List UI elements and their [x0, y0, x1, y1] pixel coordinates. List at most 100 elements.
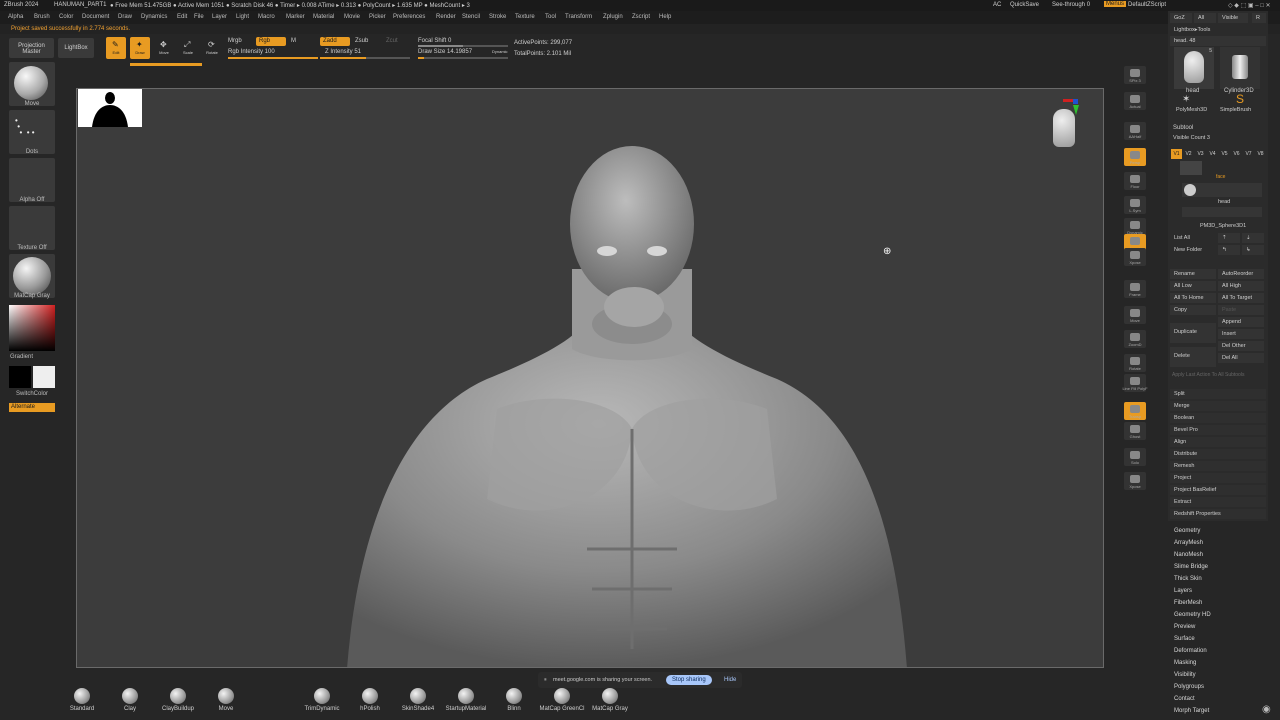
redshift-properties-button[interactable]: Redshift Properties	[1170, 509, 1266, 519]
all-low-button[interactable]: All Low	[1170, 281, 1216, 291]
subtool-face[interactable]: face	[1216, 174, 1225, 180]
extract-button[interactable]: Extract	[1170, 497, 1266, 507]
visibility-set-v8[interactable]: V8	[1255, 149, 1266, 159]
quicksave-button[interactable]: QuickSave	[1010, 2, 1039, 8]
dynamic-button[interactable]: Dynamic	[492, 49, 508, 54]
split-button[interactable]: Split	[1170, 389, 1266, 399]
right-shelf-floor[interactable]: Floor	[1124, 172, 1146, 190]
projection-master-button[interactable]: Projection Master	[9, 38, 54, 58]
delete-button[interactable]: Delete	[1170, 347, 1216, 367]
texture-selector[interactable]	[9, 206, 55, 250]
menu-edit[interactable]: Edit	[177, 14, 187, 20]
stroke-selector[interactable]: • • • • •	[9, 110, 55, 154]
lightbox-tools-button[interactable]: Lightbox▸Tools	[1170, 25, 1266, 35]
section-layers[interactable]: Layers	[1174, 588, 1192, 594]
tool-label-polymesh[interactable]: ✶ PolyMesh3D	[1176, 94, 1207, 113]
right-shelf-xpose[interactable]: Xpose	[1124, 472, 1146, 490]
focal-shift-slider[interactable]	[418, 45, 508, 47]
menu-marker[interactable]: Marker	[286, 14, 305, 20]
right-shelf-frame[interactable]: Frame	[1124, 280, 1146, 298]
r-button[interactable]: R	[1252, 13, 1266, 23]
switch-color-button[interactable]: SwitchColor	[9, 391, 55, 397]
lightbox-button[interactable]: LightBox	[58, 38, 94, 58]
visibility-set-v5[interactable]: V5	[1219, 149, 1230, 159]
section-nanomesh[interactable]: NanoMesh	[1174, 552, 1203, 558]
menu-alpha[interactable]: Alpha	[8, 14, 23, 20]
zcut-button[interactable]: Zcut	[386, 38, 398, 44]
edit-button[interactable]: ✎ Edit	[106, 37, 126, 59]
stop-sharing-button[interactable]: Stop sharing	[666, 675, 712, 685]
menu-zscript[interactable]: Zscript	[632, 14, 650, 20]
section-deformation[interactable]: Deformation	[1174, 648, 1207, 654]
tool-thumb-cylinder[interactable]	[1220, 47, 1260, 89]
menu-help[interactable]: Help	[659, 14, 671, 20]
visibility-set-v4[interactable]: V4	[1207, 149, 1218, 159]
menu-stroke[interactable]: Stroke	[489, 14, 506, 20]
section-fibermesh[interactable]: FiberMesh	[1174, 600, 1202, 606]
m-button[interactable]: M	[291, 38, 296, 44]
del-all-button[interactable]: Del All	[1218, 353, 1264, 363]
boolean-button[interactable]: Boolean	[1170, 413, 1266, 423]
menu-layer[interactable]: Layer	[212, 14, 227, 20]
document-canvas[interactable]: ⊕	[76, 88, 1104, 668]
subtool-sphere[interactable]: PM3D_Sphere3D1	[1200, 223, 1246, 229]
section-contact[interactable]: Contact	[1174, 696, 1195, 702]
visibility-set-v3[interactable]: V3	[1195, 149, 1206, 159]
arrow-button-2[interactable]: ↳	[1242, 245, 1264, 255]
right-shelf-line-fill-polyf[interactable]: Line Fill PolyF	[1122, 374, 1148, 392]
menu-picker[interactable]: Picker	[369, 14, 386, 20]
section-polygroups[interactable]: Polygroups	[1174, 684, 1204, 690]
right-shelf-move[interactable]: Move	[1124, 306, 1146, 324]
alternate-button[interactable]: Alternate	[9, 403, 55, 412]
menu-movie[interactable]: Movie	[344, 14, 360, 20]
distribute-button[interactable]: Distribute	[1170, 449, 1266, 459]
menu-material[interactable]: Material	[313, 14, 334, 20]
material-selector[interactable]	[9, 254, 55, 298]
all-high-button[interactable]: All High	[1218, 281, 1264, 291]
menus-toggle[interactable]: Menus	[1104, 1, 1127, 7]
append-button[interactable]: Append	[1218, 317, 1264, 327]
section-arraymesh[interactable]: ArrayMesh	[1174, 540, 1203, 546]
align-button[interactable]: Align	[1170, 437, 1266, 447]
visible-button[interactable]: Visible	[1218, 13, 1248, 23]
move-down-button[interactable]: ⇣	[1242, 233, 1264, 243]
subtool-row-head[interactable]	[1182, 183, 1262, 197]
right-shelf-aahalf[interactable]: AAHalf	[1124, 122, 1146, 140]
menu-brush[interactable]: Brush	[34, 14, 50, 20]
right-shelf-persp[interactable]: Persp	[1124, 148, 1146, 166]
section-masking[interactable]: Masking	[1174, 660, 1196, 666]
folder-icon[interactable]	[1180, 161, 1202, 175]
tool-label-simplebrush[interactable]: S SimpleBrush	[1220, 92, 1251, 113]
project-basrelief-button[interactable]: Project BasRelief	[1170, 485, 1266, 495]
right-shelf-actual[interactable]: Actual	[1124, 92, 1146, 110]
subtool-head[interactable]: head	[1218, 199, 1230, 205]
zsub-button[interactable]: Zsub	[355, 38, 368, 44]
goz-button[interactable]: GoZ	[1170, 13, 1192, 23]
menu-macro[interactable]: Macro	[258, 14, 275, 20]
camera-icon[interactable]: ◉	[1262, 704, 1274, 716]
right-shelf-zoomd[interactable]: ZoomD	[1124, 330, 1146, 348]
tool-thumb-head[interactable]: 5	[1174, 47, 1214, 89]
right-shelf-l-sym[interactable]: L.Sym	[1124, 196, 1146, 214]
all-button[interactable]: All	[1194, 13, 1216, 23]
menu-color[interactable]: Color	[59, 14, 73, 20]
subtool-header[interactable]: Subtool	[1173, 125, 1193, 131]
apply-last-action[interactable]: Apply Last Action To All Subtools	[1172, 372, 1244, 378]
tool-size-slider[interactable]: head. 48	[1170, 36, 1266, 46]
section-preview[interactable]: Preview	[1174, 624, 1195, 630]
rename-button[interactable]: Rename	[1170, 269, 1216, 279]
remesh-button[interactable]: Remesh	[1170, 461, 1266, 471]
right-shelf-ghost[interactable]: Ghost	[1124, 422, 1146, 440]
bevel-pro-button[interactable]: Bevel Pro	[1170, 425, 1266, 435]
right-shelf-solo[interactable]: Solo	[1124, 448, 1146, 466]
ac-button[interactable]: AC	[993, 2, 1001, 8]
menu-tool[interactable]: Tool	[545, 14, 556, 20]
hide-button[interactable]: Hide	[724, 677, 736, 683]
right-shelf-xpose[interactable]: Xpose	[1124, 248, 1146, 266]
section-slime-bridge[interactable]: Slime Bridge	[1174, 564, 1208, 570]
draw-button[interactable]: ✦ Draw	[130, 37, 150, 59]
navigation-gizmo[interactable]	[1053, 99, 1081, 149]
menu-light[interactable]: Light	[236, 14, 249, 20]
insert-button[interactable]: Insert	[1218, 329, 1264, 339]
section-thick-skin[interactable]: Thick Skin	[1174, 576, 1202, 582]
